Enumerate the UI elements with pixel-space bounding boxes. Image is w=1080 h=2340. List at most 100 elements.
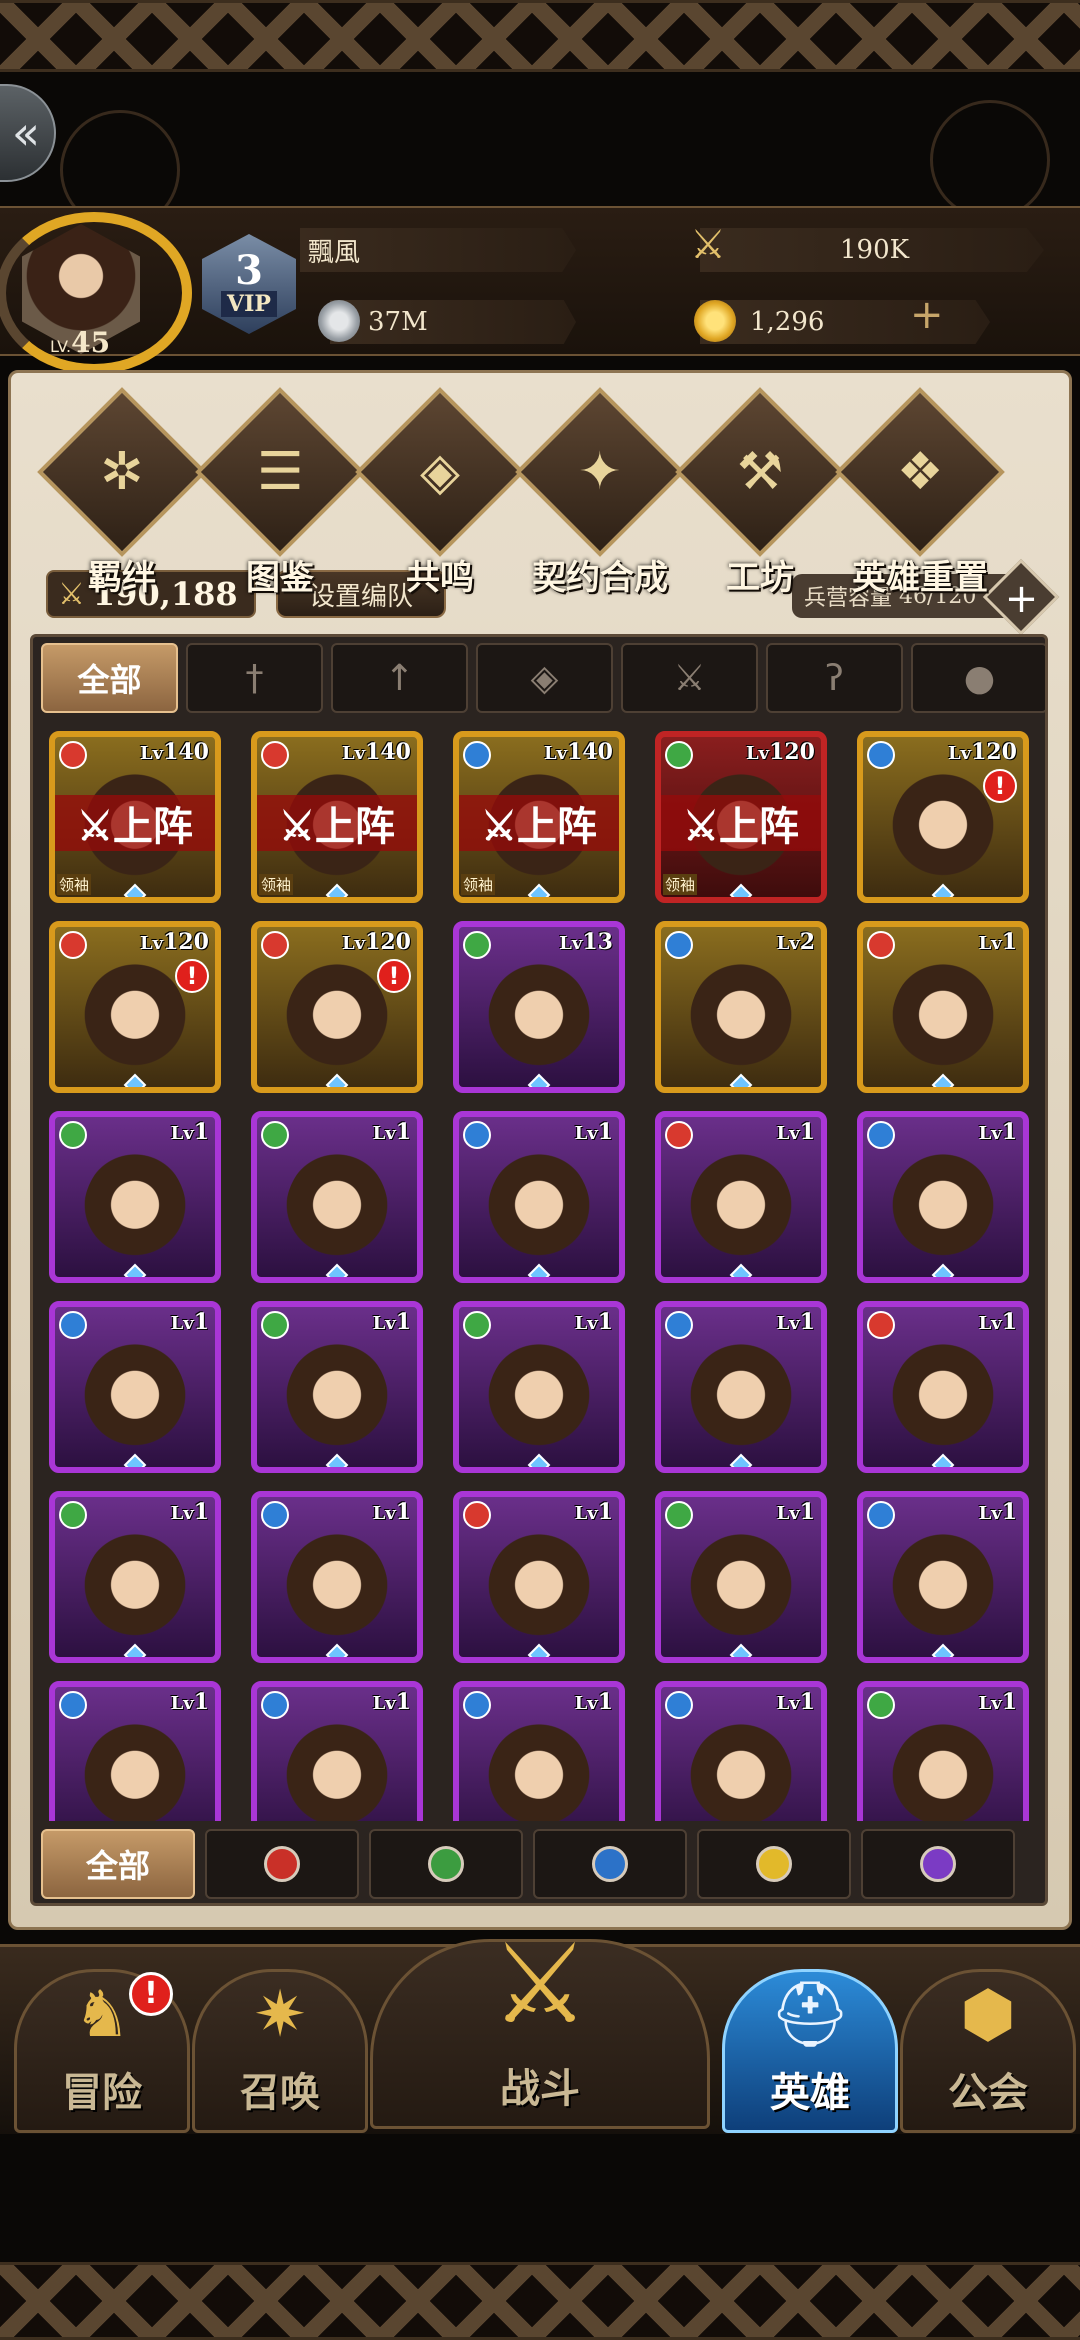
nav-summon[interactable]: ✷ 召唤 xyxy=(192,1969,368,2133)
menu-resonance[interactable]: ◈ 共鸣 xyxy=(355,387,525,599)
water-element-icon xyxy=(463,1121,491,1149)
nav-label: 冒险 xyxy=(62,2069,142,2116)
hero-portrait xyxy=(891,1531,995,1657)
tab-cross-blades[interactable]: ⚔ xyxy=(621,643,758,713)
hero-card[interactable]: Lv2 xyxy=(655,921,827,1093)
tab-arrow[interactable]: ↑ xyxy=(331,643,468,713)
plus-icon: + xyxy=(1004,575,1039,622)
tab-magic[interactable]: ◈ xyxy=(476,643,613,713)
level-prefix: Lv xyxy=(170,1313,194,1334)
back-button[interactable]: « xyxy=(0,84,56,182)
filter-fire[interactable] xyxy=(205,1829,359,1899)
nature-element-icon xyxy=(59,1501,87,1529)
menu-label: 英雄重置 xyxy=(852,558,988,598)
hero-card[interactable]: Lv1 xyxy=(655,1301,827,1473)
hero-level: Lv1 xyxy=(170,1119,209,1145)
level-prefix: Lv xyxy=(776,1123,800,1144)
menu-reset[interactable]: ❖ 英雄重置 xyxy=(835,387,1005,599)
hero-card[interactable]: Lv1 xyxy=(49,1301,221,1473)
hero-portrait xyxy=(891,961,995,1087)
tab-shield[interactable]: ● xyxy=(911,643,1045,713)
add-gold-button[interactable]: + xyxy=(910,292,944,338)
guild-icon: ⬢ xyxy=(960,1978,1016,2052)
hero-card[interactable]: Lv1 xyxy=(49,1491,221,1663)
alert-badge: ! xyxy=(175,959,209,993)
hero-card[interactable]: Lv1 xyxy=(857,1111,1029,1283)
deployed-banner: ⚔上阵 xyxy=(459,795,619,851)
level-prefix: Lv xyxy=(372,1693,396,1714)
hero-portrait xyxy=(83,1151,187,1277)
hero-level: Lv1 xyxy=(978,929,1017,955)
menu-icon-frame: ☰ xyxy=(195,387,365,557)
hero-portrait xyxy=(689,1341,793,1467)
hero-card[interactable]: Lv1 xyxy=(857,1491,1029,1663)
tab-sword[interactable]: † xyxy=(186,643,323,713)
hero-level: Lv1 xyxy=(170,1309,209,1335)
dark-element-icon xyxy=(920,1846,956,1882)
menu-bond[interactable]: ✲ 羁绊 xyxy=(37,387,207,599)
hero-portrait xyxy=(285,1721,389,1821)
menu-contract[interactable]: ✦ 契约合成 xyxy=(515,387,685,599)
level-prefix: Lv xyxy=(170,1503,194,1524)
player-name-bar: 飄風 xyxy=(300,228,576,272)
fire-element-icon xyxy=(665,1121,693,1149)
hero-card[interactable]: Lv1 xyxy=(655,1681,827,1821)
hero-card[interactable]: Lv120! xyxy=(857,731,1029,903)
hero-level: Lv1 xyxy=(776,1499,815,1525)
filter-dark[interactable] xyxy=(861,1829,1015,1899)
hero-card[interactable]: Lv140 ⚔上阵 领袖 xyxy=(453,731,625,903)
hero-level: Lv1 xyxy=(170,1689,209,1715)
filter-nature[interactable] xyxy=(369,1829,523,1899)
hero-portrait xyxy=(689,1531,793,1657)
menu-anvil[interactable]: ⚒ 工坊 xyxy=(675,387,845,599)
hero-card[interactable]: Lv1 xyxy=(49,1111,221,1283)
hero-card[interactable]: Lv120! xyxy=(251,921,423,1093)
alert-badge: ! xyxy=(983,769,1017,803)
hero-card[interactable]: Lv1 xyxy=(49,1681,221,1821)
nav-guild[interactable]: ⬢ 公会 xyxy=(900,1969,1076,2133)
hero-card[interactable]: Lv1 xyxy=(251,1681,423,1821)
hero-card[interactable]: Lv1 xyxy=(453,1111,625,1283)
hero-card[interactable]: Lv120! xyxy=(49,921,221,1093)
hero-card[interactable]: Lv13 xyxy=(453,921,625,1093)
hero-card[interactable]: Lv1 xyxy=(251,1491,423,1663)
tab-all[interactable]: 全部 xyxy=(41,643,178,713)
hero-card[interactable]: Lv1 xyxy=(251,1301,423,1473)
deployed-banner: ⚔上阵 xyxy=(257,795,417,851)
hero-card[interactable]: Lv140 ⚔上阵 领袖 xyxy=(49,731,221,903)
hero-card[interactable]: Lv1 xyxy=(857,1681,1029,1821)
hero-card[interactable]: Lv1 xyxy=(453,1681,625,1821)
filter-water[interactable] xyxy=(533,1829,687,1899)
nav-helmet[interactable]: ⛑ 英雄 xyxy=(722,1969,898,2133)
tab-staff[interactable]: ʔ xyxy=(766,643,903,713)
hero-card[interactable]: Lv1 xyxy=(251,1111,423,1283)
water-element-icon xyxy=(463,1691,491,1719)
water-element-icon xyxy=(261,1501,289,1529)
hero-list-frame: 全部 † ↑ ◈ ⚔ ʔ ● Lv140 ⚔上阵 领袖 Lv140 ⚔上阵 领袖 Lv140 ⚔上阵 领袖 L… xyxy=(30,634,1048,1906)
menu-scroll[interactable]: ☰ 图鉴 xyxy=(195,387,365,599)
hero-card[interactable]: Lv1 xyxy=(453,1491,625,1663)
nav-label: 公会 xyxy=(948,2069,1028,2116)
nav-knight[interactable]: ♞ 冒险! xyxy=(14,1969,190,2133)
hero-card[interactable]: Lv1 xyxy=(655,1111,827,1283)
level-prefix: Lv xyxy=(978,1503,1002,1524)
hero-card[interactable]: Lv1 xyxy=(857,1301,1029,1473)
filter-light[interactable] xyxy=(697,1829,851,1899)
nav-battle-axes[interactable]: ⚔ 战斗 xyxy=(370,1920,710,2129)
hero-grid[interactable]: Lv140 ⚔上阵 领袖 Lv140 ⚔上阵 领袖 Lv140 ⚔上阵 领袖 Lv120 ⚔上阵 领袖… xyxy=(49,731,1039,1821)
hero-card[interactable]: Lv1 xyxy=(655,1491,827,1663)
hero-card[interactable]: Lv140 ⚔上阵 领袖 xyxy=(251,731,423,903)
power-currency-bar: 190K xyxy=(700,228,1044,272)
nature-element-icon xyxy=(59,1121,87,1149)
water-element-icon xyxy=(592,1846,628,1882)
fire-element-icon xyxy=(261,931,289,959)
vip-badge[interactable]: 3 VIP xyxy=(202,234,296,334)
hero-card[interactable]: Lv120 ⚔上阵 领袖 xyxy=(655,731,827,903)
water-element-icon xyxy=(665,1311,693,1339)
hero-card[interactable]: Lv1 xyxy=(857,921,1029,1093)
leader-tag: 领袖 xyxy=(461,874,496,895)
hero-portrait xyxy=(83,1721,187,1821)
menu-label: 共鸣 xyxy=(406,558,474,598)
filter-all[interactable]: 全部 xyxy=(41,1829,195,1899)
hero-card[interactable]: Lv1 xyxy=(453,1301,625,1473)
